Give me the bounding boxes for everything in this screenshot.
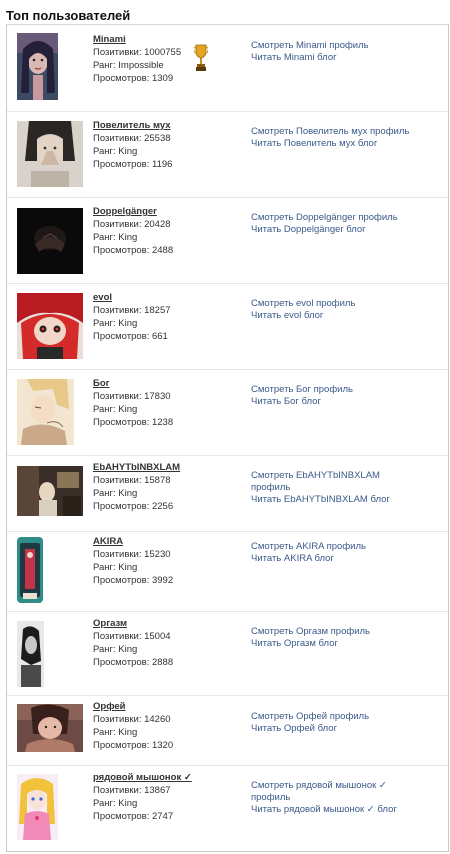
username-link[interactable]: Оргазм [93, 617, 173, 630]
positives-count: Позитивки: 25538 [93, 133, 171, 144]
rank-label: Ранг: King [93, 146, 138, 157]
user-row: AKIRA Позитивки: 15230 Ранг: King Просмо… [7, 531, 448, 612]
views-count: Просмотров: 2888 [93, 657, 174, 668]
view-profile-link[interactable]: Смотреть EbAHYTbINBXLAM профиль [251, 470, 411, 494]
positives-count: Позитивки: 20428 [93, 219, 171, 230]
user-avatar[interactable] [17, 379, 74, 445]
user-row: Орфей Позитивки: 14260 Ранг: King Просмо… [7, 695, 448, 766]
rank-label: Ранг: King [93, 488, 138, 499]
read-blog-link[interactable]: Читать Бог блог [251, 396, 411, 408]
view-profile-link[interactable]: Смотреть Орфей профиль [251, 711, 411, 723]
view-profile-link[interactable]: Смотреть Оргазм профиль [251, 626, 411, 638]
top-users-list: Minami Позитивки: 1000755 Ранг: Impossib… [6, 24, 449, 852]
views-count: Просмотров: 1196 [93, 159, 173, 170]
positives-count: Позитивки: 13867 [93, 785, 171, 796]
user-avatar[interactable] [17, 33, 58, 100]
read-blog-link[interactable]: Читать Оргазм блог [251, 638, 411, 650]
view-profile-link[interactable]: Смотреть Doppelgänger профиль [251, 212, 411, 224]
read-blog-link[interactable]: Читать рядовой мышонок ✓ блог [251, 804, 411, 816]
views-count: Просмотров: 1309 [93, 73, 174, 84]
positives-count: Позитивки: 15230 [93, 549, 171, 560]
views-count: Просмотров: 1320 [93, 740, 174, 751]
read-blog-link[interactable]: Читать Орфей блог [251, 723, 411, 735]
positives-count: Позитивки: 14260 [93, 714, 171, 725]
user-row: evol Позитивки: 18257 Ранг: King Просмот… [7, 283, 448, 370]
views-count: Просмотров: 2488 [93, 245, 174, 256]
positives-count: Позитивки: 17830 [93, 391, 171, 402]
username-link[interactable]: Doppelgänger [93, 205, 173, 218]
view-profile-link[interactable]: Смотреть Бог профиль [251, 384, 411, 396]
user-row: Повелитель мух Позитивки: 25538 Ранг: Ki… [7, 111, 448, 198]
read-blog-link[interactable]: Читать Повелитель мух блог [251, 138, 411, 150]
view-profile-link[interactable]: Смотреть рядовой мышонок ✓ профиль [251, 780, 411, 804]
positives-count: Позитивки: 1000755 [93, 47, 182, 58]
username-link[interactable]: evol [93, 291, 171, 304]
user-avatar[interactable] [17, 208, 83, 274]
username-link[interactable]: Повелитель мух [93, 119, 172, 132]
user-row: Бог Позитивки: 17830 Ранг: King Просмотр… [7, 369, 448, 456]
username-link[interactable]: AKIRA [93, 535, 173, 548]
views-count: Просмотров: 2747 [93, 811, 174, 822]
views-count: Просмотров: 2256 [93, 501, 174, 512]
username-link[interactable]: Бог [93, 377, 173, 390]
read-blog-link[interactable]: Читать Minami блог [251, 52, 411, 64]
user-avatar[interactable] [17, 774, 58, 840]
rank-label: Ранг: King [93, 727, 138, 738]
username-link[interactable]: EbAHYTbINBXLAM [93, 461, 180, 474]
view-profile-link[interactable]: Смотреть AKIRA профиль [251, 541, 411, 553]
user-row: EbAHYTbINBXLAM Позитивки: 15878 Ранг: Ki… [7, 455, 448, 532]
views-count: Просмотров: 3992 [93, 575, 174, 586]
user-row: Оргазм Позитивки: 15004 Ранг: King Просм… [7, 611, 448, 696]
positives-count: Позитивки: 15004 [93, 631, 171, 642]
positives-count: Позитивки: 15878 [93, 475, 171, 486]
user-row: рядовой мышонок ✓ Позитивки: 13867 Ранг:… [7, 765, 448, 851]
view-profile-link[interactable]: Смотреть Повелитель мух профиль [251, 126, 411, 138]
user-avatar[interactable] [17, 466, 83, 516]
trophy-icon [193, 43, 209, 73]
user-avatar[interactable] [17, 621, 44, 687]
read-blog-link[interactable]: Читать Doppelgänger блог [251, 224, 411, 236]
positives-count: Позитивки: 18257 [93, 305, 171, 316]
user-row: Doppelgänger Позитивки: 20428 Ранг: King… [7, 197, 448, 284]
rank-label: Ранг: King [93, 644, 138, 655]
read-blog-link[interactable]: Читать AKIRA блог [251, 553, 411, 565]
user-avatar[interactable] [17, 537, 43, 603]
user-avatar[interactable] [17, 121, 83, 187]
rank-label: Ранг: King [93, 404, 138, 415]
rank-label: Ранг: King [93, 232, 138, 243]
read-blog-link[interactable]: Читать EbAHYTbINBXLAM блог [251, 494, 411, 506]
page-title: Топ пользователей [6, 8, 131, 23]
username-link[interactable]: Minami [93, 33, 181, 46]
rank-label: Ранг: Impossible [93, 60, 164, 71]
rank-label: Ранг: King [93, 562, 138, 573]
view-profile-link[interactable]: Смотреть Minami профиль [251, 40, 411, 52]
user-avatar[interactable] [17, 293, 83, 359]
username-link[interactable]: Орфей [93, 700, 173, 713]
views-count: Просмотров: 661 [93, 331, 168, 342]
rank-label: Ранг: King [93, 318, 138, 329]
view-profile-link[interactable]: Смотреть evol профиль [251, 298, 411, 310]
user-avatar[interactable] [17, 704, 83, 752]
rank-label: Ранг: King [93, 798, 138, 809]
views-count: Просмотров: 1238 [93, 417, 174, 428]
read-blog-link[interactable]: Читать evol блог [251, 310, 411, 322]
user-row: Minami Позитивки: 1000755 Ранг: Impossib… [7, 25, 448, 112]
username-link[interactable]: рядовой мышонок ✓ [93, 771, 192, 784]
